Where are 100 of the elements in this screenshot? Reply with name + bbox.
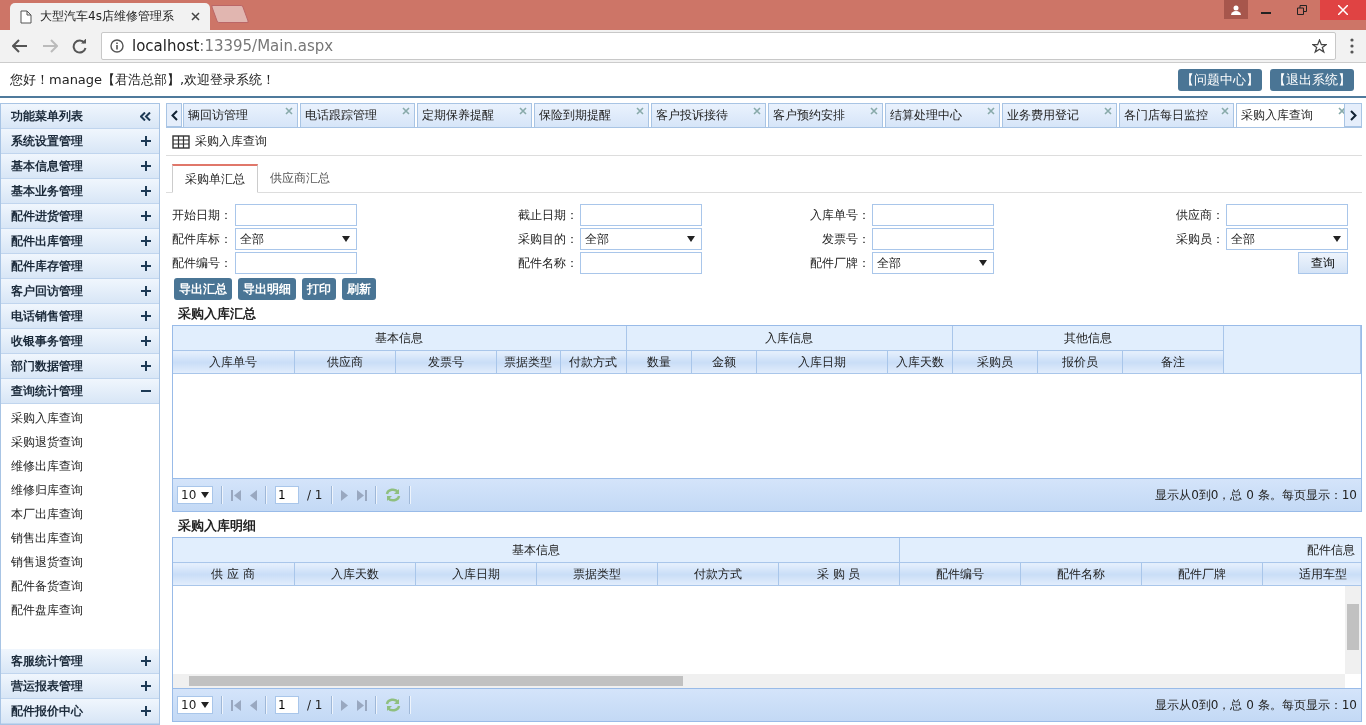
sub-tab[interactable]: 供应商汇总 [258,164,342,192]
browser-tab[interactable]: 大型汽车4s店维修管理系 [10,3,210,30]
reload-icon[interactable] [72,38,87,54]
menu-item[interactable]: 采购入库查询 [1,406,159,430]
column-header[interactable]: 入库日期 [415,562,536,586]
menu-item[interactable]: 配件备货查询 [1,574,159,598]
page-tab[interactable]: 各门店每日监控 [1119,103,1234,127]
menu-item[interactable]: 维修出库查询 [1,454,159,478]
column-header[interactable]: 供 应 商 [173,562,294,586]
menu-group[interactable]: 配件报价中心 [1,699,159,724]
action-button[interactable]: 打印 [302,278,336,300]
menu-group[interactable]: 基本业务管理 [1,179,159,204]
input-field[interactable] [235,252,357,274]
select-field[interactable]: 全部 [1226,228,1348,250]
menu-group[interactable]: 配件进货管理 [1,204,159,229]
column-header[interactable]: 票据类型 [536,562,657,586]
close-icon[interactable] [191,12,200,21]
next-page-icon[interactable] [340,489,348,501]
last-page-icon[interactable] [355,489,367,501]
header-button[interactable]: 【退出系统】 [1270,68,1354,91]
column-header[interactable]: 入库天数 [294,562,415,586]
menu-group[interactable]: 客户回访管理 [1,279,159,304]
forward-icon[interactable] [42,39,58,53]
previous-page-icon[interactable] [250,699,257,711]
scrollbar[interactable] [173,674,1345,688]
menu-group[interactable]: 系统设置管理 [1,129,159,154]
menu-group[interactable]: 客服统计管理 [1,649,159,674]
page-input[interactable]: 1 [275,486,299,504]
input-field[interactable] [580,204,702,226]
column-header[interactable]: 付款方式 [657,562,778,586]
field-label: 配件库标： [172,230,233,248]
page-tab[interactable]: 电话跟踪管理 [300,103,415,127]
input-field[interactable] [872,228,994,250]
page-count: / 1 [307,698,323,712]
next-page-icon[interactable] [340,699,348,711]
action-button[interactable]: 导出明细 [238,278,296,300]
menu-item[interactable]: 维修归库查询 [1,478,159,502]
first-page-icon[interactable] [231,489,242,501]
menu-group[interactable]: 查询统计管理 [1,379,159,404]
header-button[interactable]: 【问题中心】 [1178,68,1262,91]
page-size-select[interactable]: 10 [177,696,213,714]
sidebar-title: 功能菜单列表 [11,107,83,125]
user-icon[interactable] [1224,0,1248,19]
menu-item[interactable]: 采购退货查询 [1,430,159,454]
previous-page-icon[interactable] [250,489,257,501]
column-header[interactable]: 入库单号 [173,350,294,374]
refresh-icon[interactable] [384,698,401,712]
star-icon[interactable] [1312,38,1327,54]
input-field[interactable] [235,204,357,226]
column-header[interactable]: 配件名称 [1020,562,1142,586]
menu-group[interactable]: 配件出库管理 [1,229,159,254]
input-field[interactable] [872,204,994,226]
menu-icon[interactable] [1350,38,1354,54]
maximize-icon[interactable] [1297,5,1307,15]
scroll-right-button[interactable] [1344,103,1362,127]
menu-item[interactable]: 销售出库查询 [1,526,159,550]
first-page-icon[interactable] [231,699,242,711]
menu-group[interactable]: 营运报表管理 [1,674,159,699]
menu-group[interactable]: 配件库存管理 [1,254,159,279]
menu-item[interactable]: 配件盘库查询 [1,598,159,622]
select-field[interactable]: 全部 [580,228,702,250]
page-tab[interactable]: 结算处理中心 [885,103,1000,127]
scroll-left-button[interactable] [166,103,182,127]
refresh-icon[interactable] [384,488,401,502]
scrollbar[interactable] [1345,586,1361,674]
page-tab[interactable]: 保险到期提醒 [534,103,649,127]
column-header[interactable]: 采 购 员 [778,562,900,586]
select-field[interactable]: 全部 [235,228,357,250]
page-tab[interactable]: 采购入库查询 [1236,103,1344,127]
page-size-select[interactable]: 10 [177,486,213,504]
page-tab[interactable]: 辆回访管理 [183,103,298,127]
page-tab[interactable]: 客户投诉接待 [651,103,766,127]
action-button[interactable]: 刷新 [342,278,376,300]
action-button[interactable]: 导出汇总 [174,278,232,300]
input-field[interactable] [580,252,702,274]
menu-group[interactable]: 电话销售管理 [1,304,159,329]
column-header[interactable]: 入库日期 [756,350,888,374]
tab-label: 各门店每日监控 [1124,107,1208,124]
select-field[interactable]: 全部 [872,252,994,274]
menu-group[interactable]: 基本信息管理 [1,154,159,179]
close-icon[interactable] [1320,0,1366,20]
page-input[interactable]: 1 [275,696,299,714]
input-field[interactable] [1226,204,1348,226]
last-page-icon[interactable] [355,699,367,711]
page-tab[interactable]: 客户预约安排 [768,103,883,127]
collapse-icon[interactable] [140,111,151,121]
menu-item[interactable]: 本厂出库查询 [1,502,159,526]
page-tab[interactable]: 定期保养提醒 [417,103,532,127]
column-header[interactable]: 配件厂牌 [1141,562,1263,586]
back-icon[interactable] [12,39,28,53]
column-header[interactable]: 配件编号 [899,562,1021,586]
address-bar[interactable]: localhost:13395/Main.aspx [101,32,1336,60]
page-tab[interactable]: 业务费用登记 [1002,103,1117,127]
menu-group[interactable]: 收银事务管理 [1,329,159,354]
new-tab-button[interactable] [210,5,250,23]
sub-tab[interactable]: 采购单汇总 [172,164,258,193]
menu-group[interactable]: 部门数据管理 [1,354,159,379]
group-header: 其他信息 [952,326,1224,351]
query-button[interactable]: 查询 [1298,252,1348,274]
menu-item[interactable]: 销售退货查询 [1,550,159,574]
